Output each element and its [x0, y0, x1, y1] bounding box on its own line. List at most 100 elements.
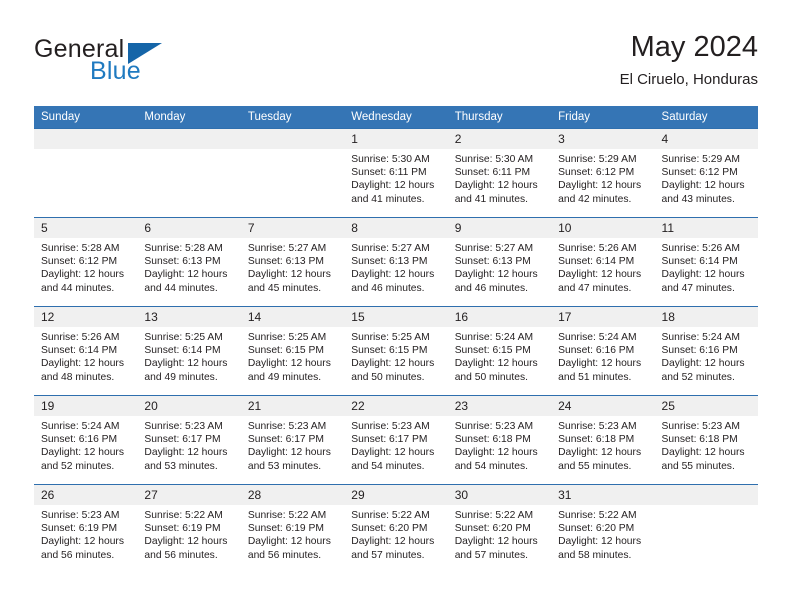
logo-text-blue: Blue [90, 57, 141, 85]
calendar-day-cell-inner: 17 Sunrise: 5:24 AM Sunset: 6:16 PM Dayligh… [551, 307, 655, 395]
sunrise-text: Sunrise: 5:30 AM [351, 154, 430, 165]
daylight-text-line2: and 41 minutes. [351, 193, 425, 205]
calendar-day-cell-inner: 13 Sunrise: 5:25 AM Sunset: 6:14 PM Dayligh… [137, 307, 241, 395]
sunrise-text: Sunrise: 5:29 AM [661, 154, 740, 165]
calendar-day-cell[interactable]: 6 Sunrise: 5:28 AM Sunset: 6:13 PM Daylight… [137, 217, 241, 307]
calendar-day-cell[interactable]: 26 Sunrise: 5:23 AM Sunset: 6:19 PM Dayligh… [34, 484, 138, 573]
calendar-day-cell[interactable]: 12 Sunrise: 5:26 AM Sunset: 6:14 PM Dayligh… [34, 306, 138, 396]
sunset-text: Sunset: 6:12 PM [41, 256, 118, 268]
sunset-text: Sunset: 6:15 PM [247, 345, 324, 357]
calendar-day-cell-inner: 25 Sunrise: 5:23 AM Sunset: 6:18 PM Dayligh… [654, 396, 758, 484]
calendar-day-cell[interactable]: 8 Sunrise: 5:27 AM Sunset: 6:13 PM Daylight… [344, 217, 448, 307]
sunrise-text: Sunrise: 5:23 AM [454, 421, 534, 432]
day-details: Sunrise: 5:23 AM Sunset: 6:17 PM Daylight:… [137, 416, 240, 473]
daylight-text-line2: and 45 minutes. [247, 282, 322, 294]
calendar-day-cell-inner: 31 Sunrise: 5:22 AM Sunset: 6:20 PM Dayligh… [551, 485, 655, 573]
weekday-header-thursday: Thursday [447, 106, 552, 129]
calendar-day-cell[interactable]: 15 Sunrise: 5:25 AM Sunset: 6:15 PM Dayligh… [344, 306, 448, 396]
daylight-text-line1: Daylight: 12 hours [247, 447, 331, 459]
daylight-text-line2: and 47 minutes. [661, 282, 735, 294]
calendar-day-cell[interactable]: 4 Sunrise: 5:29 AM Sunset: 6:12 PM Daylight… [654, 128, 758, 218]
day-details: Sunrise: 5:25 AM Sunset: 6:14 PM Daylight:… [137, 327, 240, 384]
page-subtitle: El Ciruelo, Honduras [619, 71, 758, 88]
calendar-day-cell[interactable]: 27 Sunrise: 5:22 AM Sunset: 6:19 PM Dayligh… [137, 484, 241, 573]
calendar-day-cell[interactable]: 9 Sunrise: 5:27 AM Sunset: 6:13 PM Daylight… [447, 217, 552, 307]
calendar-day-cell[interactable]: 11 Sunrise: 5:26 AM Sunset: 6:14 PM Dayligh… [654, 217, 758, 307]
daylight-text-line2: and 48 minutes. [41, 371, 115, 383]
calendar-day-cell[interactable]: 10 Sunrise: 5:26 AM Sunset: 6:14 PM Dayligh… [551, 217, 655, 307]
daylight-text-line2: and 42 minutes. [558, 193, 632, 205]
calendar-day-cell[interactable]: 28 Sunrise: 5:22 AM Sunset: 6:19 PM Dayligh… [240, 484, 345, 573]
day-details: Sunrise: 5:26 AM Sunset: 6:14 PM Daylight:… [34, 327, 137, 384]
calendar-day-cell[interactable]: 1 Sunrise: 5:30 AM Sunset: 6:11 PM Daylight… [344, 128, 448, 218]
calendar-day-cell[interactable]: 3 Sunrise: 5:29 AM Sunset: 6:12 PM Daylight… [551, 128, 655, 218]
sunrise-text: Sunrise: 5:23 AM [247, 421, 327, 432]
calendar-day-cell[interactable]: 31 Sunrise: 5:22 AM Sunset: 6:20 PM Dayligh… [551, 484, 655, 573]
weekday-header-sunday: Sunday [34, 106, 138, 129]
calendar-day-cell-inner: 18 Sunrise: 5:24 AM Sunset: 6:16 PM Dayligh… [654, 307, 758, 395]
calendar-day-cell-inner: 20 Sunrise: 5:23 AM Sunset: 6:17 PM Dayligh… [137, 396, 241, 484]
calendar-day-cell-empty [137, 128, 241, 218]
daylight-text-line2: and 41 minutes. [454, 193, 528, 205]
sunrise-text: Sunrise: 5:25 AM [144, 332, 223, 343]
daylight-text-line2: and 54 minutes. [454, 460, 528, 472]
calendar-day-cell[interactable]: 29 Sunrise: 5:22 AM Sunset: 6:20 PM Dayligh… [344, 484, 448, 573]
sunset-text: Sunset: 6:13 PM [454, 256, 531, 268]
daylight-text-line1: Daylight: 12 hours [41, 447, 124, 459]
calendar-day-cell[interactable]: 20 Sunrise: 5:23 AM Sunset: 6:17 PM Dayligh… [137, 395, 241, 485]
daylight-text-line2: and 56 minutes. [144, 549, 218, 561]
calendar-day-cell-empty [34, 128, 138, 218]
daylight-text-line1: Daylight: 12 hours [558, 269, 642, 281]
general-blue-logo[interactable]: General Blue [34, 30, 264, 90]
calendar-day-cell-inner: 6 Sunrise: 5:28 AM Sunset: 6:13 PM Daylight… [137, 218, 241, 306]
calendar-week-row: 12 Sunrise: 5:26 AM Sunset: 6:14 PM Dayligh… [34, 306, 758, 396]
calendar-day-cell[interactable]: 22 Sunrise: 5:23 AM Sunset: 6:17 PM Dayligh… [344, 395, 448, 485]
calendar-body: 1 Sunrise: 5:30 AM Sunset: 6:11 PM Daylight… [34, 128, 758, 573]
calendar-day-cell[interactable]: 18 Sunrise: 5:24 AM Sunset: 6:16 PM Dayligh… [654, 306, 758, 396]
weekday-header-friday: Friday [551, 106, 655, 129]
day-details: Sunrise: 5:23 AM Sunset: 6:17 PM Daylight:… [344, 416, 447, 473]
sunset-text: Sunset: 6:17 PM [247, 434, 324, 446]
calendar-day-cell-inner [240, 129, 345, 217]
calendar-week-row: 19 Sunrise: 5:24 AM Sunset: 6:16 PM Dayligh… [34, 395, 758, 485]
day-details: Sunrise: 5:27 AM Sunset: 6:13 PM Daylight:… [241, 238, 344, 295]
calendar-day-cell-inner: 21 Sunrise: 5:23 AM Sunset: 6:17 PM Dayligh… [240, 396, 345, 484]
calendar-day-cell[interactable]: 2 Sunrise: 5:30 AM Sunset: 6:11 PM Daylight… [447, 128, 552, 218]
calendar-day-cell-inner: 14 Sunrise: 5:25 AM Sunset: 6:15 PM Dayligh… [240, 307, 345, 395]
sunset-text: Sunset: 6:15 PM [454, 345, 531, 357]
weekday-header-monday: Monday [137, 106, 241, 129]
calendar-day-cell[interactable]: 5 Sunrise: 5:28 AM Sunset: 6:12 PM Daylight… [34, 217, 138, 307]
day-number: 23 [447, 396, 552, 416]
calendar-day-cell[interactable]: 30 Sunrise: 5:22 AM Sunset: 6:20 PM Dayligh… [447, 484, 552, 573]
day-number: 12 [34, 307, 138, 327]
daylight-text-line1: Daylight: 12 hours [558, 447, 642, 459]
calendar-page: General Blue May 2024 El Ciruelo, Hondur… [0, 0, 792, 612]
daylight-text-line1: Daylight: 12 hours [454, 536, 538, 548]
day-details: Sunrise: 5:24 AM Sunset: 6:16 PM Daylight:… [551, 327, 654, 384]
day-details: Sunrise: 5:25 AM Sunset: 6:15 PM Daylight:… [241, 327, 344, 384]
sunset-text: Sunset: 6:19 PM [41, 523, 118, 535]
calendar-day-cell-inner: 26 Sunrise: 5:23 AM Sunset: 6:19 PM Dayligh… [34, 485, 138, 573]
calendar-day-cell[interactable]: 13 Sunrise: 5:25 AM Sunset: 6:14 PM Dayligh… [137, 306, 241, 396]
day-details: Sunrise: 5:22 AM Sunset: 6:20 PM Daylight:… [344, 505, 447, 562]
calendar-day-cell-inner: 7 Sunrise: 5:27 AM Sunset: 6:13 PM Daylight… [240, 218, 345, 306]
calendar-day-cell[interactable]: 21 Sunrise: 5:23 AM Sunset: 6:17 PM Dayligh… [240, 395, 345, 485]
calendar-day-cell[interactable]: 7 Sunrise: 5:27 AM Sunset: 6:13 PM Daylight… [240, 217, 345, 307]
sunset-text: Sunset: 6:14 PM [558, 256, 635, 268]
calendar-day-cell[interactable]: 23 Sunrise: 5:23 AM Sunset: 6:18 PM Dayligh… [447, 395, 552, 485]
page-header: General Blue May 2024 El Ciruelo, Hondur… [34, 30, 758, 96]
sunrise-text: Sunrise: 5:27 AM [247, 243, 327, 254]
calendar-day-cell[interactable]: 24 Sunrise: 5:23 AM Sunset: 6:18 PM Dayligh… [551, 395, 655, 485]
calendar-day-cell-inner: 27 Sunrise: 5:22 AM Sunset: 6:19 PM Dayligh… [137, 485, 241, 573]
calendar-day-cell[interactable]: 16 Sunrise: 5:24 AM Sunset: 6:15 PM Dayligh… [447, 306, 552, 396]
calendar-day-cell-inner: 4 Sunrise: 5:29 AM Sunset: 6:12 PM Daylight… [654, 129, 758, 217]
calendar-day-cell[interactable]: 25 Sunrise: 5:23 AM Sunset: 6:18 PM Dayligh… [654, 395, 758, 485]
calendar-day-cell[interactable]: 19 Sunrise: 5:24 AM Sunset: 6:16 PM Dayligh… [34, 395, 138, 485]
calendar-table: Sunday Monday Tuesday Wednesday Thursday… [34, 106, 758, 573]
calendar-day-cell[interactable]: 17 Sunrise: 5:24 AM Sunset: 6:16 PM Dayligh… [551, 306, 655, 396]
day-number: 1 [344, 129, 448, 149]
calendar-day-cell[interactable]: 14 Sunrise: 5:25 AM Sunset: 6:15 PM Dayligh… [240, 306, 345, 396]
daylight-text-line1: Daylight: 12 hours [351, 447, 435, 459]
day-number: 7 [240, 218, 345, 238]
day-number: 19 [34, 396, 138, 416]
